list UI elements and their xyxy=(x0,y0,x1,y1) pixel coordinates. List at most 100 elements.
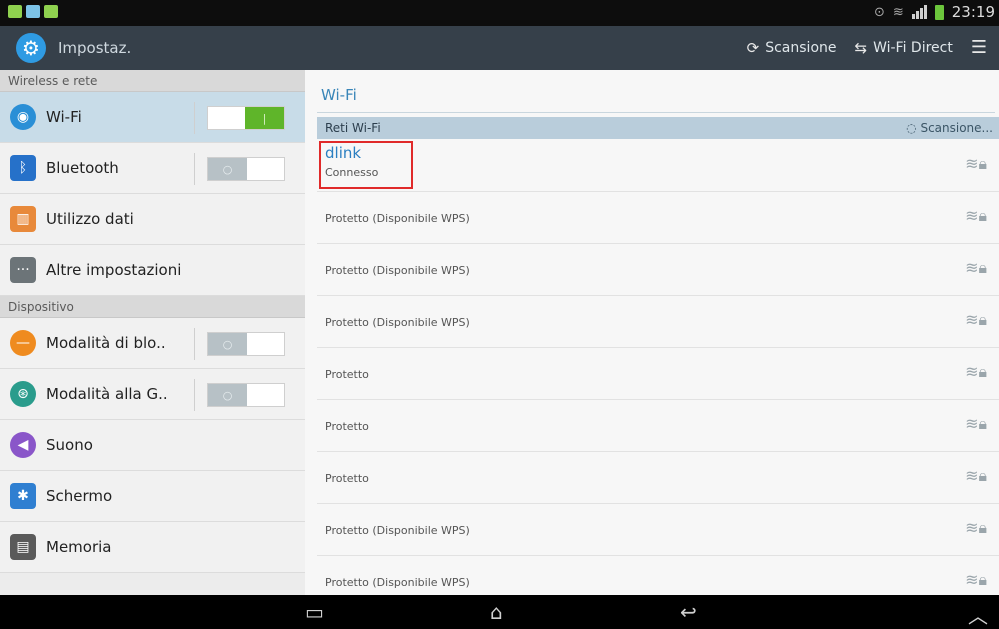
wifi-locked-signal-icon: ≋🔒︎ xyxy=(965,154,987,173)
settings-item-blocking-mode[interactable]: — Modalità di blo.. ○ xyxy=(0,318,305,369)
divider xyxy=(194,328,195,360)
network-status: Protetto (Disponibile WPS) xyxy=(325,524,470,537)
settings-item-sound[interactable]: ◀ Suono xyxy=(0,420,305,471)
selection-pointer xyxy=(305,118,306,138)
wifi-network-list: dlink Connesso ≋🔒︎ Protetto (Disponibile… xyxy=(317,140,999,595)
toggle-knob: ○ xyxy=(208,158,247,180)
wifi-detail-pane: Wi-Fi Reti Wi-Fi ◌ Scansione... dlink Co… xyxy=(305,70,999,595)
settings-item-label: Suono xyxy=(46,436,93,454)
network-status: Protetto (Disponibile WPS) xyxy=(325,264,470,277)
wifi-network-item[interactable]: dlink Connesso ≋🔒︎ xyxy=(317,140,999,192)
wifi-signal-icon: ≋ xyxy=(892,4,904,20)
wifi-toggle[interactable]: | xyxy=(207,106,285,130)
app-title[interactable]: Impostaz. xyxy=(58,39,131,57)
settings-item-display[interactable]: ✱ Schermo xyxy=(0,471,305,522)
sound-icon: ◀ xyxy=(10,432,36,458)
wifi-network-item[interactable]: Protetto ≋🔒︎ xyxy=(317,348,999,400)
divider xyxy=(194,153,195,185)
settings-item-more-settings[interactable]: ··· Altre impostazioni xyxy=(0,245,305,296)
network-status: Protetto xyxy=(325,472,369,485)
driving-mode-toggle[interactable]: ○ xyxy=(207,383,285,407)
scan-button-label: Scansione xyxy=(765,39,837,56)
wifi-locked-signal-icon: ≋🔒︎ xyxy=(965,414,987,433)
action-bar: ⚙ Impostaz. ⟳ Scansione ⇆ Wi-Fi Direct ☰ xyxy=(0,26,999,70)
wifi-locked-signal-icon: ≋🔒︎ xyxy=(965,310,987,329)
divider xyxy=(317,112,995,113)
recent-apps-icon[interactable]: ▭ xyxy=(305,600,324,624)
settings-item-label: Altre impostazioni xyxy=(46,261,182,279)
bluetooth-icon: ᛒ xyxy=(10,155,36,181)
network-status: Protetto (Disponibile WPS) xyxy=(325,576,470,589)
blocking-mode-icon: — xyxy=(10,330,36,356)
battery-icon xyxy=(934,4,944,20)
settings-item-label: Utilizzo dati xyxy=(46,210,134,228)
settings-item-data-usage[interactable]: ▥ Utilizzo dati xyxy=(0,194,305,245)
driving-mode-icon: ⊛ xyxy=(10,381,36,407)
scan-button[interactable]: ⟳ Scansione xyxy=(747,39,837,57)
wifi-locked-signal-icon: ≋🔒︎ xyxy=(965,258,987,277)
wifi-direct-button[interactable]: ⇆ Wi-Fi Direct xyxy=(855,39,953,57)
settings-item-label: Memoria xyxy=(46,538,112,556)
network-status: Protetto (Disponibile WPS) xyxy=(325,316,470,329)
display-icon: ✱ xyxy=(10,483,36,509)
alarm-icon: ⊙ xyxy=(873,4,885,20)
wifi-direct-icon: ⇆ xyxy=(854,38,868,57)
wifi-icon: ◉ xyxy=(10,104,36,130)
overflow-menu-icon[interactable]: ☰ xyxy=(971,37,987,58)
settings-item-bluetooth[interactable]: ᛒ Bluetooth ○ xyxy=(0,143,305,194)
divider xyxy=(194,102,195,134)
message-icon xyxy=(44,5,58,18)
wifi-network-item[interactable]: Protetto (Disponibile WPS) ≋🔒︎ xyxy=(317,192,999,244)
section-header-wireless: Wireless e rete xyxy=(0,70,305,92)
toggle-knob: ○ xyxy=(208,384,247,406)
notification-icons xyxy=(8,5,58,18)
wifi-direct-button-label: Wi-Fi Direct xyxy=(873,39,953,56)
settings-item-label: Bluetooth xyxy=(46,159,119,177)
home-icon[interactable]: ⌂ xyxy=(490,600,503,624)
settings-item-label: Modalità alla G.. xyxy=(46,385,168,403)
settings-item-label: Modalità di blo.. xyxy=(46,334,166,352)
toggle-knob: ○ xyxy=(208,333,247,355)
settings-categories: Wireless e rete ◉ Wi-Fi | ᛒ Bluetooth ○ … xyxy=(0,70,305,595)
back-icon[interactable]: ↩ xyxy=(680,600,697,624)
settings-item-label: Schermo xyxy=(46,487,113,505)
wifi-network-item[interactable]: Protetto (Disponibile WPS) ≋🔒︎ xyxy=(317,244,999,296)
storage-icon: ▤ xyxy=(10,534,36,560)
wifi-network-item[interactable]: Protetto (Disponibile WPS) ≋🔒︎ xyxy=(317,296,999,348)
status-bar: ⊙ ≋ 23:19 xyxy=(0,0,999,26)
wifi-locked-signal-icon: ≋🔒︎ xyxy=(965,206,987,225)
networks-header-label: Reti Wi-Fi xyxy=(325,121,381,135)
clock: 23:19 xyxy=(951,3,995,21)
wifi-locked-signal-icon: ≋🔒︎ xyxy=(965,570,987,589)
gallery-icon xyxy=(26,5,40,18)
network-status: Protetto xyxy=(325,420,369,433)
action-bar-actions: ⟳ Scansione ⇆ Wi-Fi Direct ☰ xyxy=(747,37,987,58)
network-status: Protetto (Disponibile WPS) xyxy=(325,212,470,225)
wifi-network-item[interactable]: Protetto ≋🔒︎ xyxy=(317,400,999,452)
section-header-device: Dispositivo xyxy=(0,296,305,318)
wifi-network-item[interactable]: Protetto (Disponibile WPS) ≋🔒︎ xyxy=(317,556,999,595)
cell-signal-icon xyxy=(911,5,927,19)
settings-item-label: Wi-Fi xyxy=(46,108,82,126)
bluetooth-toggle[interactable]: ○ xyxy=(207,157,285,181)
navigation-bar: ▭ ⌂ ↩ ︿ xyxy=(0,595,999,629)
network-status: Protetto xyxy=(325,368,369,381)
wifi-locked-signal-icon: ≋🔒︎ xyxy=(965,466,987,485)
settings-item-storage[interactable]: ▤ Memoria xyxy=(0,522,305,573)
data-usage-icon: ▥ xyxy=(10,206,36,232)
scan-icon: ⟳ xyxy=(746,38,760,57)
more-settings-icon: ··· xyxy=(10,257,36,283)
notification-icon xyxy=(8,5,22,18)
wifi-network-item[interactable]: Protetto ≋🔒︎ xyxy=(317,452,999,504)
chevron-up-icon[interactable]: ︿ xyxy=(968,600,988,629)
network-status: Connesso xyxy=(325,166,379,179)
scanning-label: Scansione... xyxy=(920,121,993,135)
wifi-locked-signal-icon: ≋🔒︎ xyxy=(965,362,987,381)
settings-item-wifi[interactable]: ◉ Wi-Fi | xyxy=(0,92,305,143)
network-ssid: dlink xyxy=(325,144,362,162)
wifi-network-item[interactable]: Protetto (Disponibile WPS) ≋🔒︎ xyxy=(317,504,999,556)
system-icons: ⊙ ≋ 23:19 xyxy=(874,3,995,21)
settings-item-driving-mode[interactable]: ⊛ Modalità alla G.. ○ xyxy=(0,369,305,420)
gear-icon[interactable]: ⚙ xyxy=(16,33,46,63)
blocking-mode-toggle[interactable]: ○ xyxy=(207,332,285,356)
